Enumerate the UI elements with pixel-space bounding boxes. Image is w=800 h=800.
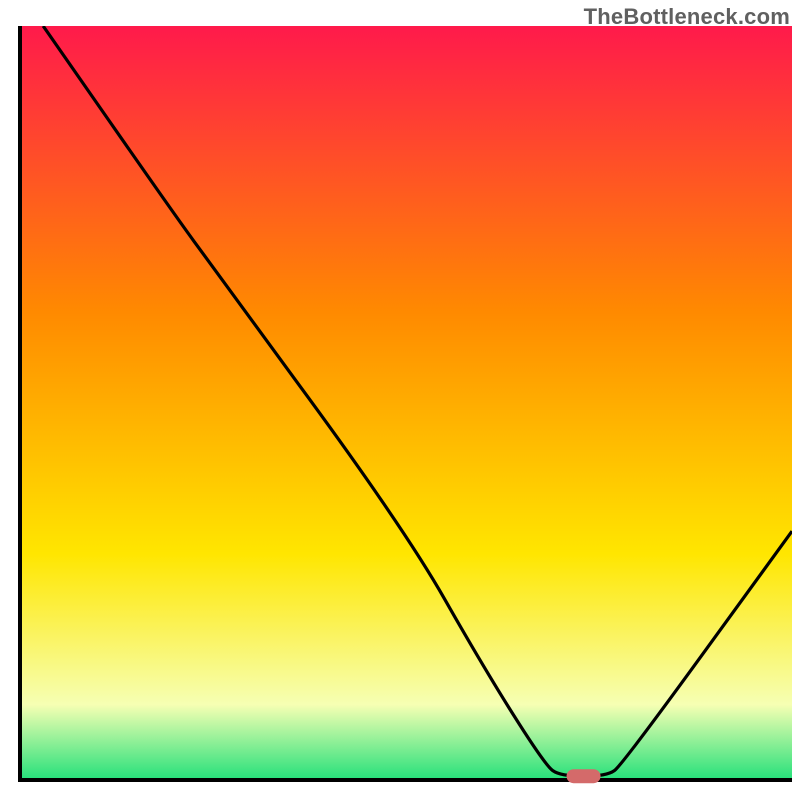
chart-svg bbox=[0, 0, 800, 800]
curve-marker bbox=[567, 769, 601, 783]
chart-stage: TheBottleneck.com bbox=[0, 0, 800, 800]
gradient-plot-area bbox=[20, 26, 792, 780]
watermark-label: TheBottleneck.com bbox=[584, 4, 790, 30]
